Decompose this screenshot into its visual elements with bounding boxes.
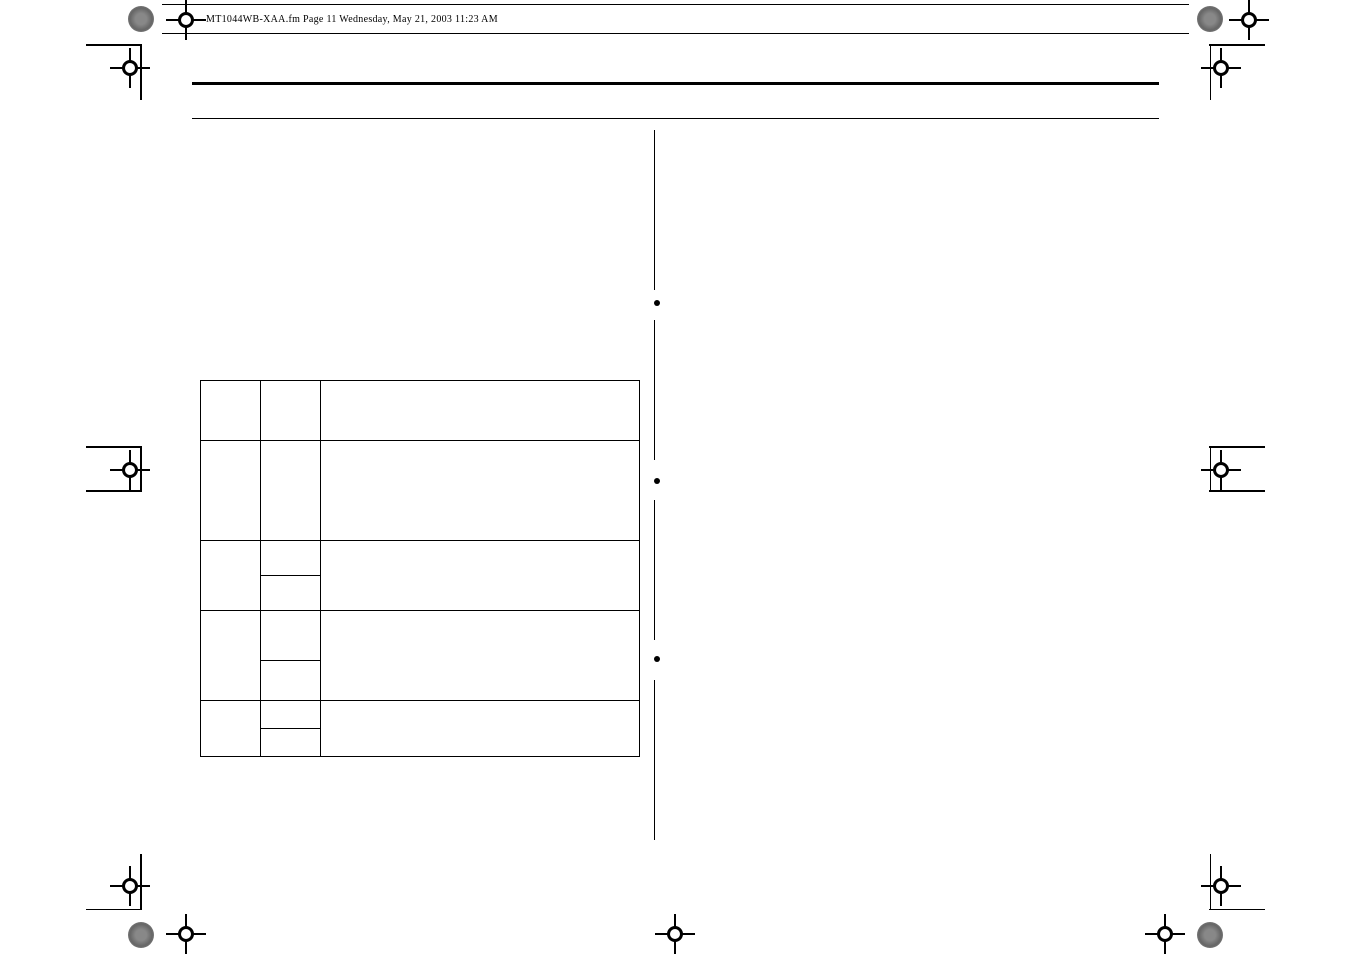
crop-mark [86, 446, 142, 448]
bullet-icon [654, 300, 660, 306]
table-row [201, 701, 640, 729]
crop-mark [1209, 909, 1265, 911]
registration-mark-icon [166, 914, 206, 954]
content-table [200, 380, 640, 757]
registration-color-circle [128, 6, 154, 32]
crop-mark [140, 44, 142, 100]
bullet-icon [654, 478, 660, 484]
registration-mark-icon [1201, 866, 1241, 906]
crop-mark [1210, 44, 1212, 100]
registration-mark-icon [110, 450, 150, 490]
table-row [201, 611, 640, 661]
crop-mark [1209, 490, 1265, 492]
registration-mark-icon [1201, 48, 1241, 88]
crop-mark [1209, 44, 1265, 46]
content-divider [192, 82, 1159, 85]
registration-mark-icon [1201, 450, 1241, 490]
column-divider [654, 680, 655, 840]
table-row [201, 381, 640, 441]
page-header-strip: MT1044WB-XAA.fm Page 11 Wednesday, May 2… [162, 4, 1189, 34]
crop-mark [1210, 446, 1212, 492]
content-divider [192, 118, 1159, 119]
registration-mark-icon [1229, 0, 1269, 40]
column-divider [654, 320, 655, 460]
page-header-text: MT1044WB-XAA.fm Page 11 Wednesday, May 2… [162, 14, 498, 25]
crop-mark [1210, 854, 1212, 910]
crop-mark [1209, 446, 1265, 448]
bullet-icon [654, 656, 660, 662]
registration-mark-icon [110, 866, 150, 906]
registration-mark-icon [1145, 914, 1185, 954]
registration-mark-icon [110, 48, 150, 88]
registration-mark-icon [655, 914, 695, 954]
crop-mark [86, 44, 142, 46]
crop-mark [140, 854, 142, 910]
registration-color-circle [1197, 922, 1223, 948]
crop-mark [86, 490, 142, 492]
registration-color-circle [1197, 6, 1223, 32]
crop-mark [86, 909, 142, 911]
column-divider [654, 500, 655, 640]
table-row [201, 441, 640, 541]
registration-color-circle [128, 922, 154, 948]
column-divider [654, 130, 655, 290]
crop-mark [140, 446, 142, 492]
table-row [201, 541, 640, 576]
